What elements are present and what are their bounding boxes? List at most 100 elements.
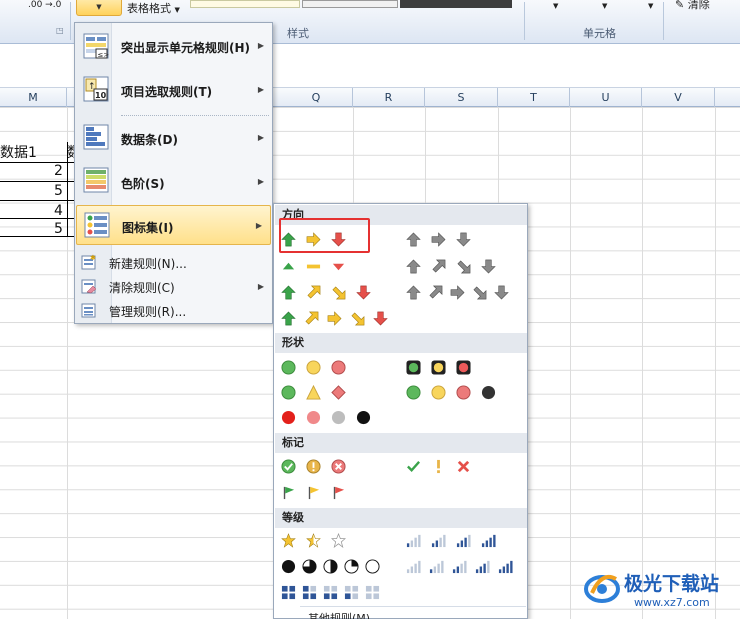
format-dropdown-icon[interactable]: ▼ [648,2,653,10]
iconset-3-symbols-uncircled[interactable] [406,459,481,474]
more-rules-item[interactable]: 其他规则(M)... [308,610,381,619]
submenu-arrow-icon: ▶ [257,85,264,94]
site-watermark: 极光下载站 www.xz7.com [582,565,740,619]
quarter-full-icon [281,559,296,574]
dash-yellow-icon [306,264,321,269]
column-header-r[interactable]: R [353,88,425,107]
table-cell-value[interactable]: 2 [54,163,63,179]
iconset-3-symbols-circled[interactable] [281,459,356,474]
iconset-4-arrows-gray[interactable] [406,259,506,274]
iconset-5-ratings[interactable] [406,559,513,574]
iconset-3-stars[interactable] [281,533,356,548]
arrow-up-right-gray-icon [429,285,443,299]
column-header-q[interactable]: Q [280,88,353,107]
table-border [0,162,74,163]
signal-3-icon [475,560,490,574]
arrow-down-right-gray-icon [473,286,487,300]
menu-item-manage-rules[interactable]: 管理规则(R)... [75,300,272,322]
table-border [0,200,74,201]
menu-item-color-scales[interactable]: 色阶(S) ▶ [75,163,272,199]
iconset-3-flags[interactable] [281,485,356,500]
iconset-5-quarters[interactable] [281,559,390,574]
submenu-arrow-icon: ▶ [257,133,264,142]
arrow-down-gray-icon [456,232,471,247]
menu-item-data-bars[interactable]: 数据条(D) ▶ [75,119,272,155]
circle-yellow-icon [306,360,321,375]
delete-dropdown-icon[interactable]: ▼ [602,2,607,10]
arrow-up-right-gray-icon [432,259,446,273]
clear-button[interactable]: ✎ 清除 [675,0,710,12]
signal-1-icon [406,534,421,548]
column-header-m[interactable]: M [0,88,67,107]
menu-item-label: 突出显示单元格规则(H) [121,41,251,55]
column-header-s[interactable]: S [425,88,498,107]
flag-yellow-icon [308,486,320,500]
submenu-arrow-icon: ▶ [257,282,264,291]
circle-red-icon [456,385,471,400]
dialog-launcher-icon[interactable]: ◳ [56,26,64,35]
signal-2-icon [431,534,446,548]
table-cell-value[interactable]: 5 [54,221,63,237]
svg-text:✱: ✱ [90,254,96,262]
arrow-up-green-icon [281,311,296,326]
arrow-down-right-yellow-icon [332,286,346,300]
exclamation-circle-icon [306,459,321,474]
diamond-red-icon [331,385,346,400]
cell-style-gallery-3[interactable] [400,0,512,8]
column-header-v[interactable]: V [642,88,715,107]
iconset-5-boxes[interactable] [281,585,390,600]
menu-item-highlight-cells-rules[interactable]: ≤> 突出显示单元格规则(H) ▶ [75,29,272,65]
table-cell-value[interactable]: 4 [54,203,63,219]
section-header-shapes: 形状 [275,333,527,353]
check-icon [407,461,421,472]
iconset-5-arrows-gray[interactable] [406,285,509,300]
number-format-buttons[interactable]: .00 →.0 [28,0,61,10]
section-header-indicators: 标记 [275,433,527,453]
signal-4-icon [498,560,513,574]
table-format-button[interactable]: 表格格式 ▼ [127,0,180,16]
star-half-icon [306,533,321,548]
cell-style-gallery-1[interactable] [190,0,300,8]
menu-item-new-rule[interactable]: ✱ 新建规则(N)... [75,252,272,274]
menu-item-top-bottom-rules[interactable]: ↑ 10 项目选取规则(T) ▶ [75,73,272,109]
circle-green-icon [281,360,296,375]
arrow-up-gray-icon [406,285,421,300]
iconset-3-arrows-gray[interactable] [406,232,481,247]
arrow-right-yellow-icon [327,311,342,326]
menu-item-icon-sets[interactable]: 图标集(I) ▶ [76,205,271,245]
iconset-red-to-black[interactable] [281,410,381,425]
column-header-u[interactable]: U [570,88,642,107]
column-header-t[interactable]: T [498,88,570,107]
iconset-5-arrows-colored[interactable] [281,311,398,326]
arrow-up-gray-icon [406,259,421,274]
triangle-yellow-icon [306,385,321,400]
iconset-3-signs[interactable] [281,385,356,400]
watermark-title: 极光下载站 [624,573,720,595]
iconset-4-arrows-colored[interactable] [281,285,381,300]
iconset-3-traffic-lights-rimmed[interactable] [406,360,481,375]
menu-item-label: 图标集(I) [122,221,174,235]
arrow-up-green-icon [281,285,296,300]
iconset-3-triangles[interactable] [281,259,356,274]
quarter-three-icon [302,559,317,574]
circle-pink-icon [306,410,321,425]
circle-black-icon [356,410,371,425]
table-cell-value[interactable]: 5 [54,183,63,199]
annotation-highlight-box [279,218,370,253]
menu-item-clear-rules[interactable]: 清除规则(C) ▶ [75,276,272,298]
iconset-4-ratings[interactable] [406,533,506,548]
chevron-down-icon: ▼ [174,6,180,14]
iconset-3-traffic-lights[interactable] [281,360,356,375]
rimmed-light-green-icon [406,360,421,375]
grid-col-line [570,107,571,619]
table-header-cell[interactable]: 数据1 [0,142,37,162]
iconset-4-traffic-lights[interactable] [406,385,506,400]
cell-style-gallery-2[interactable] [302,0,398,8]
icon-sets-submenu: 方向 形状 标记 等级 其他规则(M)... [273,203,528,619]
x-icon [457,460,470,473]
arrow-down-right-yellow-icon [351,312,365,326]
conditional-format-dropdown-button[interactable]: ▼ [76,0,122,16]
menu-item-label: 管理规则(R)... [109,305,187,319]
arrow-up-right-yellow-icon [307,285,321,299]
insert-dropdown-icon[interactable]: ▼ [553,2,558,10]
